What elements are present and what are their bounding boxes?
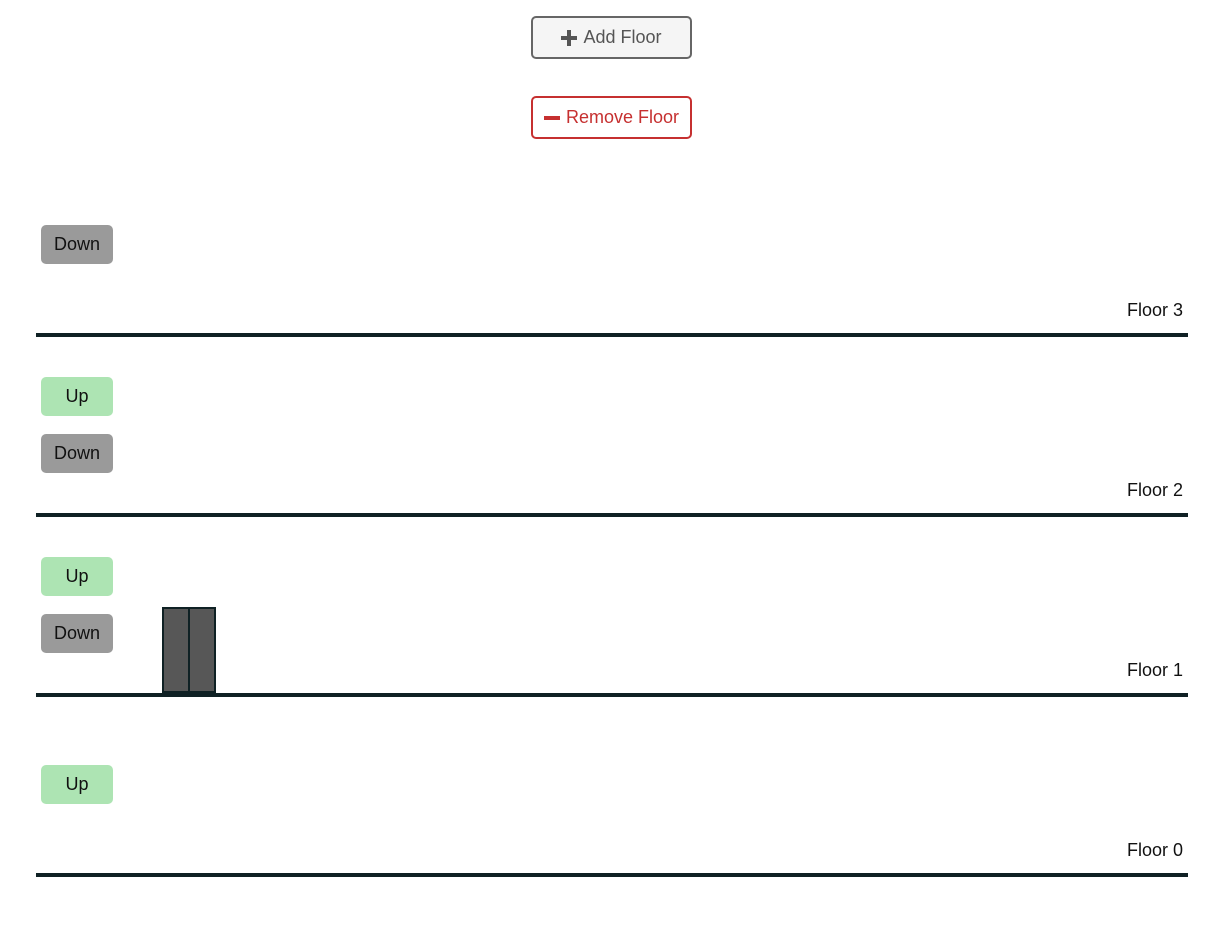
- plus-icon: [561, 29, 578, 46]
- elevator-door-right: [190, 609, 214, 691]
- floor-3: Down Floor 3: [36, 157, 1188, 337]
- elevator-car: [162, 607, 216, 693]
- floor-3-down-button[interactable]: Down: [41, 225, 113, 264]
- add-floor-label: Add Floor: [583, 27, 662, 47]
- floor-0-line: [36, 873, 1188, 877]
- floor-1-down-button[interactable]: Down: [41, 614, 113, 653]
- remove-floor-label: Remove Floor: [565, 107, 680, 127]
- floor-2: Up Down Floor 2: [36, 337, 1188, 517]
- floor-3-label: Floor 3: [1126, 300, 1183, 320]
- floor-0-label: Floor 0: [1126, 840, 1183, 860]
- floor-0: Up Floor 0: [36, 697, 1188, 877]
- floor-1: Up Down Floor 1: [36, 517, 1188, 697]
- floor-2-label: Floor 2: [1126, 480, 1183, 500]
- floor-1-label: Floor 1: [1126, 660, 1183, 680]
- add-floor-button[interactable]: Add Floor: [531, 16, 692, 59]
- minus-icon: [543, 110, 560, 126]
- floor-1-up-button[interactable]: Up: [41, 557, 113, 596]
- elevator-door-left: [164, 609, 190, 691]
- floor-2-up-button[interactable]: Up: [41, 377, 113, 416]
- remove-floor-button[interactable]: Remove Floor: [531, 96, 692, 139]
- floor-2-down-button[interactable]: Down: [41, 434, 113, 473]
- floor-0-up-button[interactable]: Up: [41, 765, 113, 804]
